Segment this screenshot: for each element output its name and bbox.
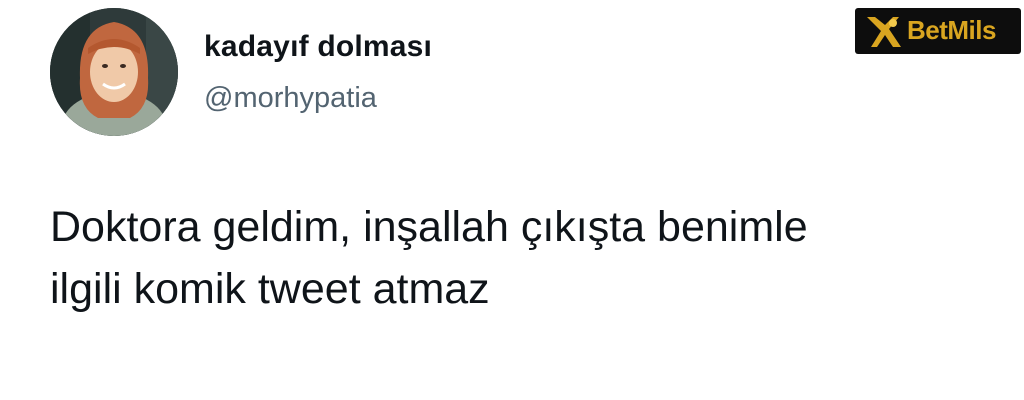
tweet-text-line: Doktora geldim, inşallah çıkışta benimle — [50, 203, 808, 251]
author-display-name[interactable]: kadayıf dolması — [204, 30, 432, 64]
author-handle[interactable]: @morhypatia — [204, 82, 377, 115]
avatar-photo-icon — [50, 8, 178, 136]
betmils-watermark: BetMils — [855, 8, 1021, 54]
betmils-logo-icon — [867, 17, 901, 47]
author-avatar[interactable] — [50, 8, 178, 136]
tweet-text: Doktora geldim, inşallah çıkışta benimle… — [50, 196, 990, 320]
betmils-logo-text: BetMils — [907, 15, 996, 45]
tweet-text-line: ilgili komik tweet atmaz — [50, 265, 490, 313]
